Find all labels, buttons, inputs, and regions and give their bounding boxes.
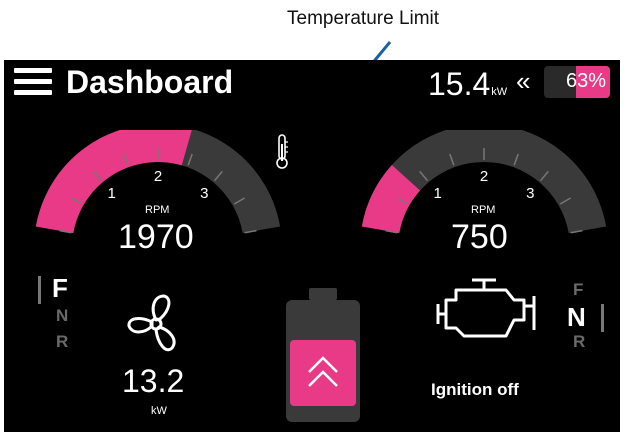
gear-indicator-bar-left	[38, 276, 41, 304]
gauge-tick-label: 1	[108, 185, 116, 202]
engine-icon	[436, 278, 536, 338]
gauge-tick-label: 2	[480, 168, 488, 185]
power-value: 15.4	[428, 66, 491, 102]
gauge-tick-label: 3	[526, 185, 534, 202]
gauge-tick-label: 1	[434, 185, 442, 202]
power-unit: kW	[491, 86, 508, 98]
power-value-left: 13.2	[122, 363, 185, 399]
battery-indicator: 63%	[544, 66, 610, 98]
battery-percent: 63%	[566, 70, 607, 92]
power-unit-left: kW	[151, 405, 167, 417]
chevron-up-icon	[308, 356, 338, 387]
gear-indicator-bar-right	[601, 304, 604, 332]
ignition-status: Ignition off	[431, 380, 519, 399]
gear-f-right: F	[573, 280, 584, 299]
chevron-left-icon: «	[516, 66, 531, 96]
gear-r-left: R	[56, 332, 69, 351]
dashboard-screen: Dashboard 15.4kW « 63% 123 RPM 1970 123 …	[4, 60, 620, 432]
gear-r-right: R	[573, 332, 586, 351]
rpm-value-left: 1970	[118, 218, 194, 256]
gear-n-left: N	[56, 306, 69, 325]
chevron-up-button[interactable]	[290, 340, 356, 406]
gauge-tick-label: 3	[200, 185, 208, 202]
rpm-value-right: 750	[451, 218, 508, 256]
rpm-label-right: RPM	[471, 204, 496, 216]
rpm-label-left: RPM	[145, 204, 170, 216]
page-title: Dashboard	[66, 64, 234, 100]
gear-f-left: F	[52, 273, 68, 303]
propeller-icon	[127, 294, 176, 352]
power-readout: 15.4kW	[428, 66, 507, 103]
menu-icon[interactable]	[14, 68, 52, 100]
gear-n-right: N	[567, 302, 586, 332]
gauge-tick-label: 2	[154, 168, 162, 185]
